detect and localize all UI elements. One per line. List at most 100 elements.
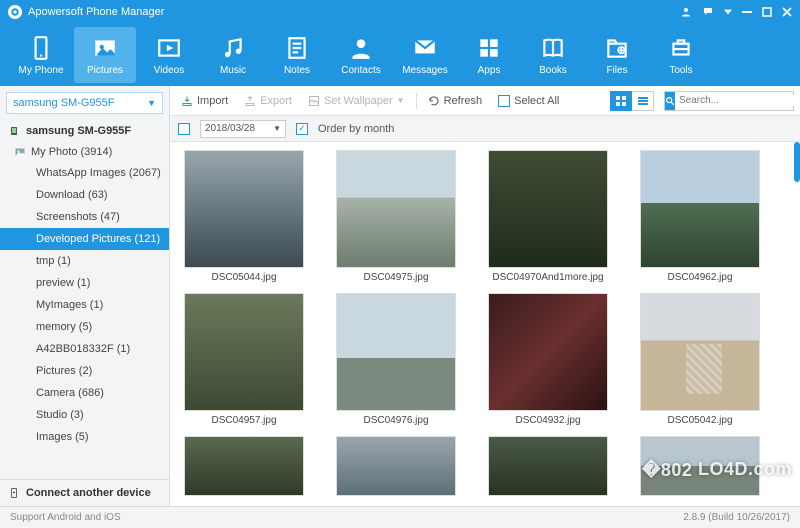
nav-label: Music [220, 65, 246, 76]
list-view-button[interactable] [632, 91, 654, 111]
device-header: samsung SM-G955F [0, 120, 169, 142]
thumbnail-grid: DSC05044.jpg DSC04975.jpg DSC04970And1more… [178, 150, 794, 496]
messages-icon [412, 35, 438, 61]
thumbnail-item[interactable]: DSC05044.jpg [178, 150, 310, 283]
folder-item[interactable]: Screenshots (47) [0, 206, 169, 228]
nav-contacts[interactable]: Contacts [330, 27, 392, 83]
folder-item[interactable]: memory (5) [0, 316, 169, 338]
select-all-button[interactable]: Select All [493, 92, 564, 110]
nav-files[interactable]: Files [586, 27, 648, 83]
books-icon [540, 35, 566, 61]
view-toggle [610, 91, 654, 111]
tools-icon [668, 35, 694, 61]
thumbnail-item[interactable]: DSC04962.jpg [634, 150, 766, 283]
feedback-icon[interactable] [702, 6, 714, 18]
status-left: Support Android and iOS [10, 512, 121, 523]
phone-plus-icon [8, 487, 20, 499]
thumbnail-item[interactable]: DSC04975.jpg [330, 150, 462, 283]
search-box[interactable]: × [664, 91, 794, 111]
thumbnail-item[interactable]: DSC04957.jpg [178, 293, 310, 426]
nav-books[interactable]: Books [522, 27, 584, 83]
titlebar: Apowersoft Phone Manager [0, 0, 800, 24]
connect-another-device[interactable]: Connect another device [0, 479, 169, 506]
nav-messages[interactable]: Messages [394, 27, 456, 83]
order-by-month-checkbox[interactable] [296, 123, 308, 135]
device-selector-label: samsung SM-G955F [13, 97, 114, 109]
files-icon [604, 35, 630, 61]
nav-label: Messages [402, 65, 448, 76]
nav-pictures[interactable]: Pictures [74, 27, 136, 83]
device-selector[interactable]: samsung SM-G955F ▼ [6, 92, 163, 114]
date-filter-checkbox[interactable] [178, 123, 190, 135]
date-input[interactable]: 2018/03/28▼ [200, 120, 286, 138]
nav-myphone[interactable]: My Phone [10, 27, 72, 83]
nav-label: Tools [669, 65, 692, 76]
nav-label: Pictures [87, 65, 123, 76]
filter-bar: 2018/03/28▼ Order by month [170, 116, 800, 142]
app-title: Apowersoft Phone Manager [28, 6, 680, 18]
export-button[interactable]: Export [239, 92, 297, 110]
main-panel: Import Export Set Wallpaper ▼ Refresh Se… [170, 86, 800, 506]
sidebar: samsung SM-G955F ▼ samsung SM-G955F My P… [0, 86, 170, 506]
thumbnail-image [184, 293, 304, 411]
tree-root[interactable]: My Photo (3914) [0, 142, 169, 162]
android-icon [8, 125, 20, 137]
folder-item[interactable]: Download (63) [0, 184, 169, 206]
maximize-icon[interactable] [762, 7, 772, 17]
thumbnail-item[interactable] [482, 436, 614, 496]
thumbnail-item[interactable] [178, 436, 310, 496]
folder-item[interactable]: MyImages (1) [0, 294, 169, 316]
folder-item[interactable]: tmp (1) [0, 250, 169, 272]
nav-apps[interactable]: Apps [458, 27, 520, 83]
thumbnail-caption: DSC04957.jpg [211, 415, 276, 426]
thumbnail-caption: DSC04975.jpg [363, 272, 428, 283]
search-input[interactable] [675, 95, 800, 106]
folder-item[interactable]: preview (1) [0, 272, 169, 294]
status-bar: Support Android and iOS 2.8.9 (Build 10/… [0, 506, 800, 528]
thumbnail-image [488, 436, 608, 496]
refresh-icon [428, 95, 440, 107]
nav-label: Contacts [341, 65, 380, 76]
folder-item[interactable]: Developed Pictures (121) [0, 228, 169, 250]
vertical-scrollbar[interactable] [794, 142, 800, 506]
apps-icon [476, 35, 502, 61]
thumbnail-image [336, 436, 456, 496]
picture-folder-icon [14, 146, 26, 158]
dropdown-icon[interactable] [724, 8, 732, 16]
account-icon[interactable] [680, 6, 692, 18]
refresh-button[interactable]: Refresh [423, 92, 488, 110]
app-logo [8, 5, 22, 19]
folder-item[interactable]: A42BB018332F (1) [0, 338, 169, 360]
minimize-icon[interactable] [742, 7, 752, 17]
folder-item[interactable]: Images (5) [0, 426, 169, 448]
nav-music[interactable]: Music [202, 27, 264, 83]
notes-icon [284, 35, 310, 61]
thumbnail-item[interactable]: DSC04932.jpg [482, 293, 614, 426]
thumbnail-item[interactable]: DSC04976.jpg [330, 293, 462, 426]
contacts-icon [348, 35, 374, 61]
nav-tools[interactable]: Tools [650, 27, 712, 83]
thumbnail-caption: DSC04976.jpg [363, 415, 428, 426]
folder-item[interactable]: WhatsApp Images (2067) [0, 162, 169, 184]
folder-item[interactable]: Pictures (2) [0, 360, 169, 382]
thumbnail-item[interactable] [634, 436, 766, 496]
close-icon[interactable] [782, 7, 792, 17]
nav-label: Notes [284, 65, 310, 76]
chevron-down-icon: ▼ [273, 124, 281, 133]
folder-item[interactable]: Studio (3) [0, 404, 169, 426]
myphone-icon [28, 35, 54, 61]
nav-label: Videos [154, 65, 184, 76]
folder-item[interactable]: Camera (686) [0, 382, 169, 404]
set-wallpaper-button[interactable]: Set Wallpaper ▼ [303, 92, 410, 110]
thumbnail-item[interactable]: DSC04970And1more.jpg [482, 150, 614, 283]
nav-label: Files [606, 65, 627, 76]
thumbnail-item[interactable]: DSC05042.jpg [634, 293, 766, 426]
thumbnail-caption: DSC04932.jpg [515, 415, 580, 426]
thumbnail-image [336, 150, 456, 268]
import-button[interactable]: Import [176, 92, 233, 110]
thumbnail-item[interactable] [330, 436, 462, 496]
nav-notes[interactable]: Notes [266, 27, 328, 83]
grid-view-button[interactable] [610, 91, 632, 111]
thumbnail-image [336, 293, 456, 411]
nav-videos[interactable]: Videos [138, 27, 200, 83]
